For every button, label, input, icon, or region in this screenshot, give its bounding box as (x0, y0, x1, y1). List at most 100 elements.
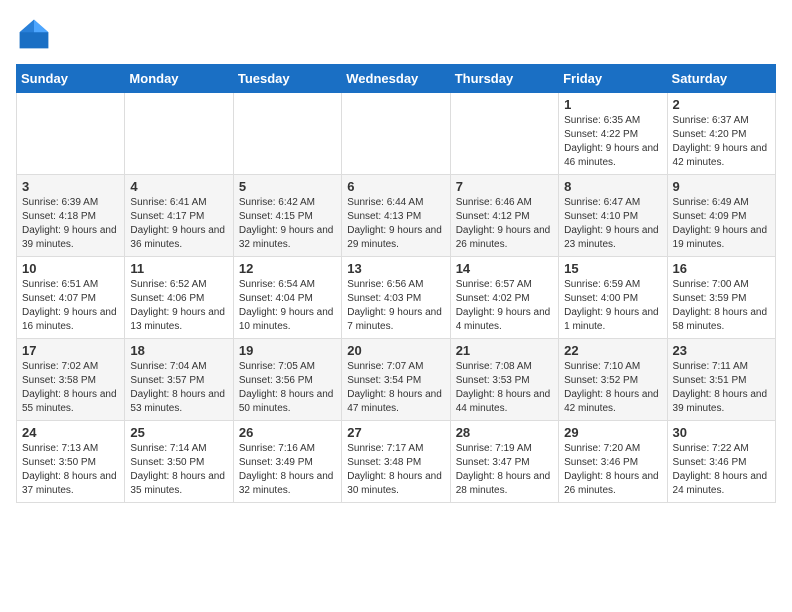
day-number: 25 (130, 425, 227, 440)
calendar-cell: 13 Sunrise: 6:56 AM Sunset: 4:03 PM Dayli… (342, 257, 450, 339)
day-number: 29 (564, 425, 661, 440)
day-number: 12 (239, 261, 336, 276)
day-info: Sunrise: 7:17 AM Sunset: 3:48 PM Dayligh… (347, 442, 444, 498)
day-info: Sunrise: 6:39 AM Sunset: 4:18 PM Dayligh… (22, 196, 119, 252)
day-info: Sunrise: 6:49 AM Sunset: 4:09 PM Dayligh… (673, 196, 770, 252)
day-number: 23 (673, 343, 770, 358)
calendar-table: SundayMondayTuesdayWednesdayThursdayFrid… (16, 64, 776, 503)
day-number: 20 (347, 343, 444, 358)
calendar-cell: 27 Sunrise: 7:17 AM Sunset: 3:48 PM Dayli… (342, 421, 450, 503)
day-info: Sunrise: 6:52 AM Sunset: 4:06 PM Dayligh… (130, 278, 227, 334)
day-info: Sunrise: 7:22 AM Sunset: 3:46 PM Dayligh… (673, 442, 770, 498)
calendar-cell: 14 Sunrise: 6:57 AM Sunset: 4:02 PM Dayli… (450, 257, 558, 339)
calendar-cell: 20 Sunrise: 7:07 AM Sunset: 3:54 PM Dayli… (342, 339, 450, 421)
day-number: 28 (456, 425, 553, 440)
day-number: 9 (673, 179, 770, 194)
calendar-cell: 9 Sunrise: 6:49 AM Sunset: 4:09 PM Daylig… (667, 175, 775, 257)
day-info: Sunrise: 6:59 AM Sunset: 4:00 PM Dayligh… (564, 278, 661, 334)
day-number: 30 (673, 425, 770, 440)
day-info: Sunrise: 6:42 AM Sunset: 4:15 PM Dayligh… (239, 196, 336, 252)
calendar-cell: 11 Sunrise: 6:52 AM Sunset: 4:06 PM Dayli… (125, 257, 233, 339)
day-info: Sunrise: 6:56 AM Sunset: 4:03 PM Dayligh… (347, 278, 444, 334)
day-info: Sunrise: 7:11 AM Sunset: 3:51 PM Dayligh… (673, 360, 770, 416)
calendar-cell: 2 Sunrise: 6:37 AM Sunset: 4:20 PM Daylig… (667, 93, 775, 175)
day-number: 4 (130, 179, 227, 194)
weekday-header: Tuesday (233, 65, 341, 93)
day-number: 13 (347, 261, 444, 276)
day-number: 24 (22, 425, 119, 440)
day-number: 26 (239, 425, 336, 440)
day-number: 17 (22, 343, 119, 358)
day-info: Sunrise: 7:07 AM Sunset: 3:54 PM Dayligh… (347, 360, 444, 416)
day-info: Sunrise: 7:05 AM Sunset: 3:56 PM Dayligh… (239, 360, 336, 416)
day-info: Sunrise: 7:14 AM Sunset: 3:50 PM Dayligh… (130, 442, 227, 498)
day-number: 19 (239, 343, 336, 358)
calendar-cell (450, 93, 558, 175)
calendar-cell: 29 Sunrise: 7:20 AM Sunset: 3:46 PM Dayli… (559, 421, 667, 503)
calendar-cell: 17Sunrise: 7:02 AM Sunset: 3:58 PM Dayli… (17, 339, 125, 421)
day-info: Sunrise: 7:13 AM Sunset: 3:50 PM Dayligh… (22, 442, 119, 498)
calendar-cell: 25 Sunrise: 7:14 AM Sunset: 3:50 PM Dayli… (125, 421, 233, 503)
day-info: Sunrise: 7:10 AM Sunset: 3:52 PM Dayligh… (564, 360, 661, 416)
calendar-cell: 6Sunrise: 6:44 AM Sunset: 4:13 PM Daylig… (342, 175, 450, 257)
day-number: 22 (564, 343, 661, 358)
day-info: Sunrise: 7:00 AM Sunset: 3:59 PM Dayligh… (673, 278, 770, 334)
calendar-cell: 23 Sunrise: 7:11 AM Sunset: 3:51 PM Dayli… (667, 339, 775, 421)
day-number: 1 (564, 97, 661, 112)
day-number: 5 (239, 179, 336, 194)
calendar-cell (17, 93, 125, 175)
day-info: Sunrise: 7:16 AM Sunset: 3:49 PM Dayligh… (239, 442, 336, 498)
calendar-week-row: 1 Sunrise: 6:35 AM Sunset: 4:22 PM Daylig… (17, 93, 776, 175)
day-info: Sunrise: 6:57 AM Sunset: 4:02 PM Dayligh… (456, 278, 553, 334)
calendar-cell: 10 Sunrise: 6:51 AM Sunset: 4:07 PM Dayli… (17, 257, 125, 339)
calendar-week-row: 10 Sunrise: 6:51 AM Sunset: 4:07 PM Dayli… (17, 257, 776, 339)
day-info: Sunrise: 7:08 AM Sunset: 3:53 PM Dayligh… (456, 360, 553, 416)
day-info: Sunrise: 6:51 AM Sunset: 4:07 PM Dayligh… (22, 278, 119, 334)
calendar-cell: 12 Sunrise: 6:54 AM Sunset: 4:04 PM Dayli… (233, 257, 341, 339)
logo-icon (16, 16, 52, 52)
calendar-cell: 8 Sunrise: 6:47 AM Sunset: 4:10 PM Daylig… (559, 175, 667, 257)
weekday-header-row: SundayMondayTuesdayWednesdayThursdayFrid… (17, 65, 776, 93)
weekday-header: Friday (559, 65, 667, 93)
day-number: 18 (130, 343, 227, 358)
day-number: 7 (456, 179, 553, 194)
day-info: Sunrise: 7:04 AM Sunset: 3:57 PM Dayligh… (130, 360, 227, 416)
calendar-cell: 24 Sunrise: 7:13 AM Sunset: 3:50 PM Dayli… (17, 421, 125, 503)
day-info: Sunrise: 6:47 AM Sunset: 4:10 PM Dayligh… (564, 196, 661, 252)
calendar-cell: 28 Sunrise: 7:19 AM Sunset: 3:47 PM Dayli… (450, 421, 558, 503)
calendar-cell: 22 Sunrise: 7:10 AM Sunset: 3:52 PM Dayli… (559, 339, 667, 421)
calendar-week-row: 17Sunrise: 7:02 AM Sunset: 3:58 PM Dayli… (17, 339, 776, 421)
day-number: 21 (456, 343, 553, 358)
day-number: 11 (130, 261, 227, 276)
day-number: 16 (673, 261, 770, 276)
day-number: 10 (22, 261, 119, 276)
day-number: 6 (347, 179, 444, 194)
day-number: 27 (347, 425, 444, 440)
calendar-cell: 7Sunrise: 6:46 AM Sunset: 4:12 PM Daylig… (450, 175, 558, 257)
calendar-cell: 19 Sunrise: 7:05 AM Sunset: 3:56 PM Dayli… (233, 339, 341, 421)
day-info: Sunrise: 6:41 AM Sunset: 4:17 PM Dayligh… (130, 196, 227, 252)
page-header (16, 16, 776, 52)
day-info: Sunrise: 6:37 AM Sunset: 4:20 PM Dayligh… (673, 114, 770, 170)
calendar-cell: 4 Sunrise: 6:41 AM Sunset: 4:17 PM Daylig… (125, 175, 233, 257)
day-number: 14 (456, 261, 553, 276)
day-info: Sunrise: 6:54 AM Sunset: 4:04 PM Dayligh… (239, 278, 336, 334)
day-info: Sunrise: 6:35 AM Sunset: 4:22 PM Dayligh… (564, 114, 661, 170)
day-number: 3 (22, 179, 119, 194)
day-info: Sunrise: 7:19 AM Sunset: 3:47 PM Dayligh… (456, 442, 553, 498)
calendar-cell: 3 Sunrise: 6:39 AM Sunset: 4:18 PM Daylig… (17, 175, 125, 257)
weekday-header: Wednesday (342, 65, 450, 93)
calendar-cell (125, 93, 233, 175)
day-number: 8 (564, 179, 661, 194)
weekday-header: Monday (125, 65, 233, 93)
day-number: 2 (673, 97, 770, 112)
calendar-cell: 18 Sunrise: 7:04 AM Sunset: 3:57 PM Dayli… (125, 339, 233, 421)
weekday-header: Thursday (450, 65, 558, 93)
day-number: 15 (564, 261, 661, 276)
calendar-cell: 15 Sunrise: 6:59 AM Sunset: 4:00 PM Dayli… (559, 257, 667, 339)
logo (16, 16, 56, 52)
calendar-week-row: 3 Sunrise: 6:39 AM Sunset: 4:18 PM Daylig… (17, 175, 776, 257)
weekday-header: Saturday (667, 65, 775, 93)
day-info: Sunrise: 7:20 AM Sunset: 3:46 PM Dayligh… (564, 442, 661, 498)
weekday-header: Sunday (17, 65, 125, 93)
